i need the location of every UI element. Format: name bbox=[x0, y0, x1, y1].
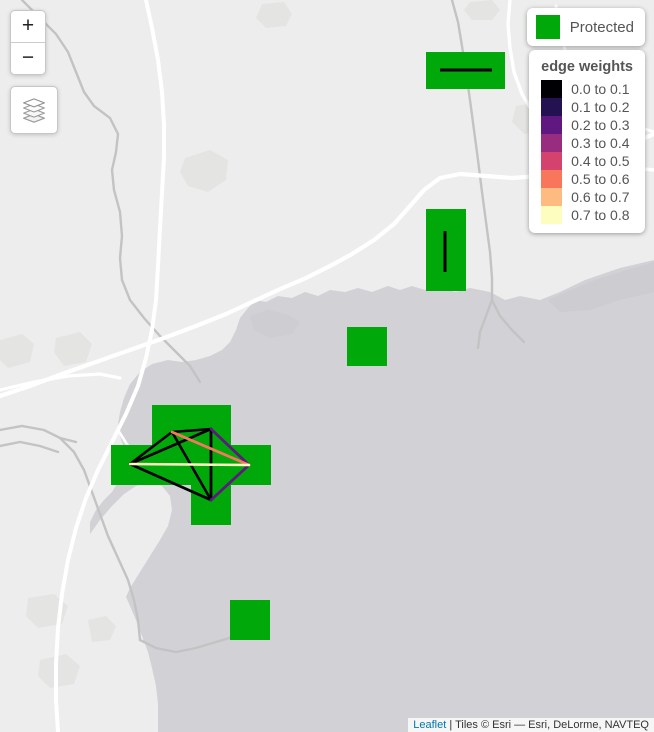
protected-color-swatch bbox=[535, 15, 560, 39]
edge-weights-legend-title: edge weights bbox=[541, 59, 633, 75]
edge-weight-range-label: 0.3 to 0.4 bbox=[571, 135, 630, 151]
protected-legend-label: Protected bbox=[569, 18, 634, 36]
edge-weights-legend-row: 0.5 to 0.6 bbox=[541, 170, 633, 188]
protected-area-square[interactable] bbox=[347, 327, 387, 366]
leaflet-map-container[interactable]: + − Protected edge weights 0.0 to 0.1 0.1… bbox=[0, 0, 654, 732]
protected-area-square[interactable] bbox=[230, 600, 270, 640]
edge-weights-legend-row: 0.0 to 0.1 bbox=[541, 80, 633, 98]
edge-weights-legend-row: 0.2 to 0.3 bbox=[541, 116, 633, 134]
edge-weights-legend-row: 0.3 to 0.4 bbox=[541, 134, 633, 152]
edge-weight-color-swatch bbox=[541, 170, 563, 188]
layers-icon bbox=[23, 98, 45, 123]
edge-weight-color-swatch bbox=[541, 152, 563, 170]
edge-weight-range-label: 0.6 to 0.7 bbox=[571, 189, 630, 205]
edge-weights-legend-row: 0.1 to 0.2 bbox=[541, 98, 633, 116]
attribution-bar[interactable]: Leaflet | Tiles © Esri — Esri, DeLorme, … bbox=[408, 718, 654, 732]
edge-weight-color-swatch bbox=[541, 80, 563, 98]
layers-control-button[interactable] bbox=[10, 86, 58, 134]
edge-weight-color-swatch bbox=[541, 188, 563, 206]
edge-weight-range-label: 0.7 to 0.8 bbox=[571, 207, 630, 223]
graph-edge bbox=[128, 462, 251, 467]
edge-weight-range-label: 0.4 to 0.5 bbox=[571, 153, 630, 169]
attribution-separator: | bbox=[446, 719, 456, 731]
zoom-control[interactable]: + − bbox=[10, 10, 46, 75]
edge-weights-legend-row: 0.7 to 0.8 bbox=[541, 206, 633, 224]
edge-weight-color-swatch bbox=[541, 98, 563, 116]
edge-weights-legend: edge weights 0.0 to 0.1 0.1 to 0.2 0.2 to … bbox=[529, 50, 645, 233]
protected-legend: Protected bbox=[526, 8, 645, 46]
edge-weight-range-label: 0.2 to 0.3 bbox=[571, 117, 630, 133]
attribution-tiles-text: Tiles © Esri — Esri, DeLorme, NAVTEQ bbox=[455, 719, 649, 731]
edge-weights-legend-row: 0.4 to 0.5 bbox=[541, 152, 633, 170]
edge-weight-range-label: 0.5 to 0.6 bbox=[571, 171, 630, 187]
edge-weights-legend-row: 0.6 to 0.7 bbox=[541, 188, 633, 206]
edge-weight-range-label: 0.0 to 0.1 bbox=[571, 81, 630, 97]
zoom-out-button[interactable]: − bbox=[11, 43, 45, 74]
edge-weight-color-swatch bbox=[541, 206, 563, 224]
zoom-in-button[interactable]: + bbox=[11, 11, 45, 43]
edge-weight-color-swatch bbox=[541, 134, 563, 152]
leaflet-link[interactable]: Leaflet bbox=[413, 719, 446, 731]
edge-weight-color-swatch bbox=[541, 116, 563, 134]
edge-weight-range-label: 0.1 to 0.2 bbox=[571, 99, 630, 115]
edge-weights-legend-rows: 0.0 to 0.1 0.1 to 0.2 0.2 to 0.3 0.3 to 0.4… bbox=[541, 80, 633, 224]
